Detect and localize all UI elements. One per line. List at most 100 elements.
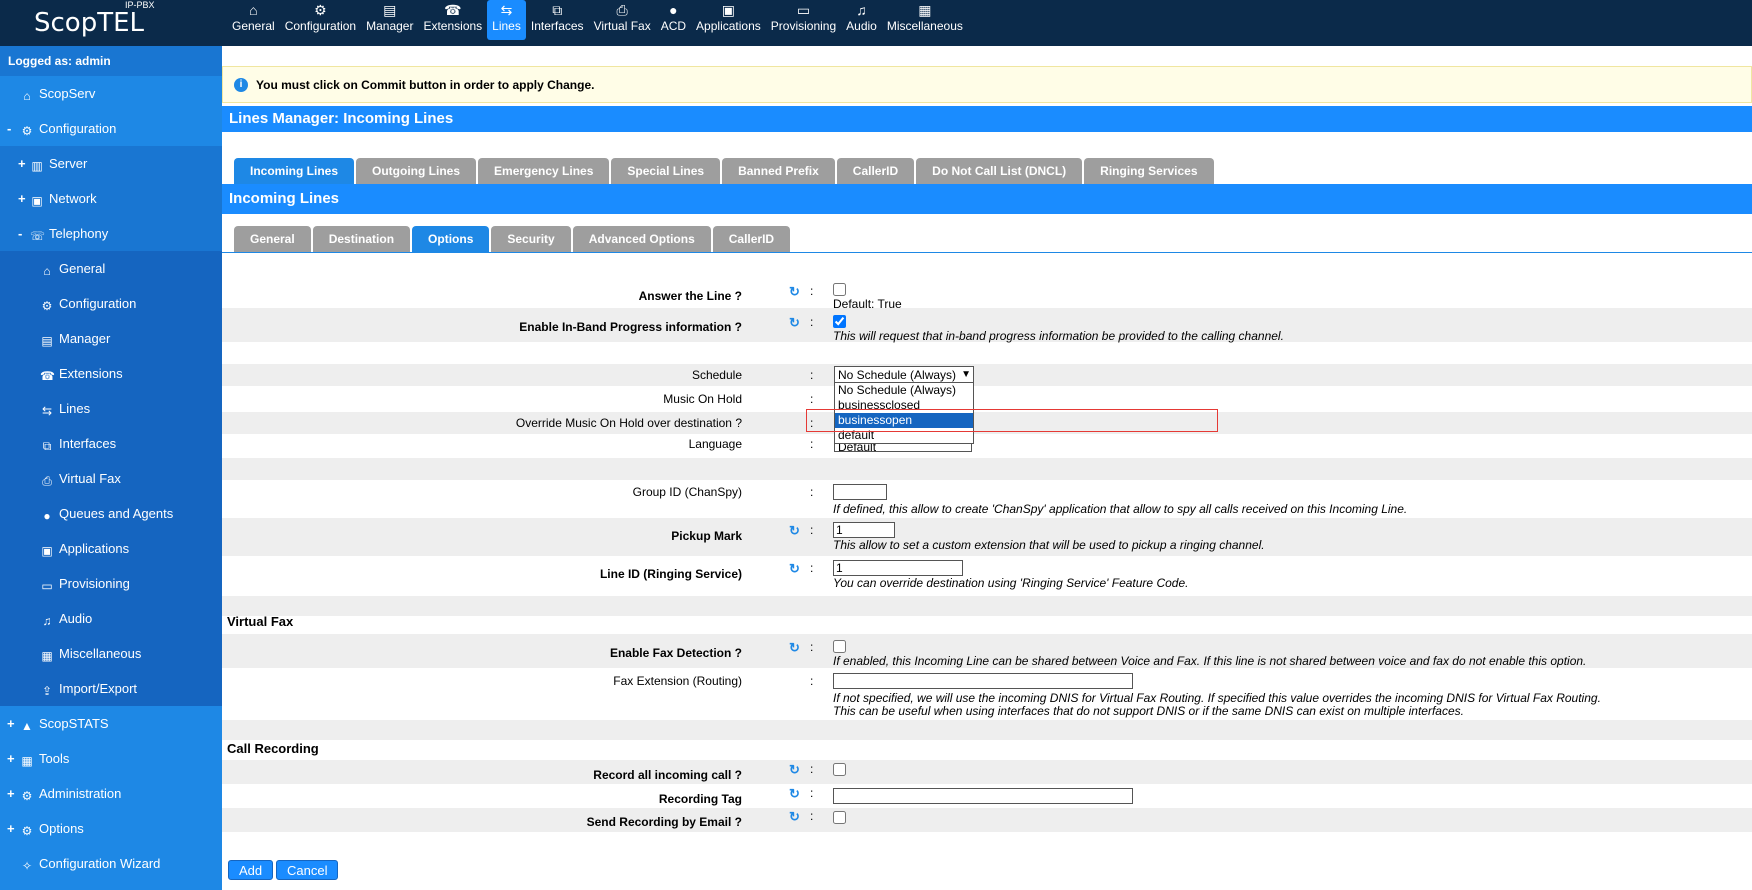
override-moh-label: Override Music On Hold over destination … — [515, 416, 742, 430]
top-navigation-bar: ScopTEL IP-PBX ⌂ General ⚙ Configuration ▤ Ma… — [0, 0, 1752, 46]
home-icon: ⌂ — [43, 264, 51, 278]
group-id-input[interactable] — [833, 484, 887, 500]
refresh-icon[interactable]: ↻ — [789, 809, 800, 825]
nav-configuration[interactable]: ⚙ Configuration — [280, 0, 361, 40]
refresh-icon[interactable]: ↻ — [789, 762, 800, 778]
nav-label: Provisioning — [770, 19, 837, 33]
expand-toggle[interactable]: + — [7, 811, 15, 846]
sidebar-item-applications[interactable]: ▣ Applications — [0, 531, 222, 566]
tab-callerid[interactable]: CallerID — [712, 226, 791, 252]
server-icon: ▥ — [31, 159, 43, 173]
sidebar-item-import-export[interactable]: ⇪ Import/Export — [0, 671, 222, 706]
sidebar-item-label: Interfaces — [59, 436, 117, 451]
sidebar-item-server[interactable]: + ▥ Server — [0, 146, 222, 181]
refresh-icon[interactable]: ↻ — [789, 284, 800, 300]
send-recording-checkbox[interactable] — [833, 811, 846, 824]
nav-acd[interactable]: ● ACD — [656, 0, 691, 40]
refresh-icon[interactable]: ↻ — [789, 561, 800, 577]
sidebar-item-miscellaneous[interactable]: ▦ Miscellaneous — [0, 636, 222, 671]
sidebar-item-virtual-fax[interactable]: ⎙ Virtual Fax — [0, 461, 222, 496]
tab-callerid[interactable]: CallerID — [836, 158, 915, 184]
pickup-mark-hint: This allow to set a custom extension tha… — [833, 538, 1265, 552]
sidebar-item-queues-and-agents[interactable]: ● Queues and Agents — [0, 496, 222, 531]
sidebar-item-provisioning[interactable]: ▭ Provisioning — [0, 566, 222, 601]
nav-manager[interactable]: ▤ Manager — [361, 0, 418, 40]
gear-icon: ⚙ — [21, 824, 33, 838]
section-title: Incoming Lines — [222, 184, 1752, 214]
sidebar-item-label: ScopSTATS — [39, 716, 109, 731]
language-label: Language — [688, 437, 742, 451]
sub-tabs: General Destination Options Security Advance… — [234, 226, 791, 252]
nav-interfaces[interactable]: ⧉ Interfaces — [526, 0, 589, 40]
expand-toggle[interactable]: + — [18, 181, 26, 216]
sidebar-item-extensions[interactable]: ☎ Extensions — [0, 356, 222, 391]
sidebar-item-label: Provisioning — [59, 576, 130, 591]
expand-toggle[interactable]: - — [18, 216, 22, 251]
applications-icon: ▣ — [41, 544, 53, 558]
tab-banned-prefix[interactable]: Banned Prefix — [722, 158, 835, 184]
sidebar-item-configuration-wizard[interactable]: ✧ Configuration Wizard — [0, 846, 222, 881]
sidebar-item-scopserv[interactable]: ⌂ ScopServ — [0, 76, 222, 111]
fax-detection-checkbox[interactable] — [833, 640, 846, 653]
tab-security[interactable]: Security — [491, 226, 571, 252]
tab-general[interactable]: General — [234, 226, 311, 252]
sidebar-item-configuration[interactable]: - ⚙ Configuration — [0, 111, 222, 146]
expand-toggle[interactable]: + — [7, 706, 15, 741]
sidebar-item-tools[interactable]: + ▦ Tools — [0, 741, 222, 776]
sidebar-item-administration[interactable]: + ⚙ Administration — [0, 776, 222, 811]
answer-line-label: Answer the Line ? — [638, 289, 742, 303]
sidebar-item-configuration[interactable]: ⚙ Configuration — [0, 286, 222, 321]
fax-icon: ⎙ — [42, 474, 52, 488]
record-all-row: Record all incoming call ? ↻ : — [222, 760, 1752, 784]
expand-toggle[interactable]: + — [18, 146, 26, 181]
nav-provisioning[interactable]: ▭ Provisioning — [766, 0, 841, 40]
nav-audio[interactable]: ♫ Audio — [841, 0, 882, 40]
refresh-icon[interactable]: ↻ — [789, 640, 800, 656]
inband-checkbox[interactable] — [833, 315, 846, 328]
sidebar-item-interfaces[interactable]: ⧉ Interfaces — [0, 426, 222, 461]
tab-advanced-options[interactable]: Advanced Options — [572, 226, 711, 252]
nav-extensions[interactable]: ☎ Extensions — [418, 0, 487, 40]
tab-ringing-services[interactable]: Ringing Services — [1084, 158, 1214, 184]
tab-emergency-lines[interactable]: Emergency Lines — [478, 158, 610, 184]
tab-outgoing-lines[interactable]: Outgoing Lines — [356, 158, 477, 184]
sidebar-item-options[interactable]: + ⚙ Options — [0, 811, 222, 846]
tab-destination[interactable]: Destination — [312, 226, 411, 252]
chart-icon: ▲ — [21, 719, 33, 733]
fax-extension-input[interactable] — [833, 673, 1133, 689]
sidebar-item-manager[interactable]: ▤ Manager — [0, 321, 222, 356]
lines-icon: ⇆ — [41, 404, 53, 418]
nav-general[interactable]: ⌂ General — [227, 0, 280, 40]
expand-toggle[interactable]: + — [7, 741, 15, 776]
tab-special-lines[interactable]: Special Lines — [611, 158, 721, 184]
answer-line-checkbox[interactable] — [833, 283, 846, 296]
record-all-checkbox[interactable] — [833, 763, 846, 776]
sidebar-item-general[interactable]: ⌂ General — [0, 251, 222, 286]
sidebar-item-scopstats[interactable]: + ▲ ScopSTATS — [0, 706, 222, 741]
tab-do-not-call-list-dncl-[interactable]: Do Not Call List (DNCL) — [916, 158, 1083, 184]
sidebar-item-audio[interactable]: ♫ Audio — [0, 601, 222, 636]
refresh-icon[interactable]: ↻ — [789, 315, 800, 331]
tab-incoming-lines[interactable]: Incoming Lines — [234, 158, 355, 184]
refresh-icon[interactable]: ↻ — [789, 786, 800, 802]
sidebar-item-telephony[interactable]: - ☏ Telephony — [0, 216, 222, 251]
line-id-input[interactable] — [833, 560, 963, 576]
nav-lines[interactable]: ⇆ Lines — [487, 0, 526, 40]
nav-virtual-fax[interactable]: ⎙ Virtual Fax — [589, 0, 656, 40]
tab-options[interactable]: Options — [412, 226, 490, 252]
refresh-icon[interactable]: ↻ — [789, 523, 800, 539]
nav-applications[interactable]: ▣ Applications — [691, 0, 766, 40]
nav-miscellaneous[interactable]: ▦ Miscellaneous — [882, 0, 968, 40]
sidebar-item-lines[interactable]: ⇆ Lines — [0, 391, 222, 426]
add-button[interactable]: Add — [228, 860, 274, 880]
schedule-option[interactable]: No Schedule (Always) — [835, 383, 973, 398]
sidebar-item-label: Configuration Wizard — [39, 856, 161, 871]
recording-tag-input[interactable] — [833, 788, 1133, 804]
wizard-icon: ✧ — [21, 859, 33, 873]
expand-toggle[interactable]: + — [7, 776, 15, 811]
pickup-mark-input[interactable] — [833, 522, 895, 538]
sidebar-item-network[interactable]: + ▣ Network — [0, 181, 222, 216]
cancel-button[interactable]: Cancel — [276, 860, 339, 880]
nav-label: Lines — [492, 19, 521, 33]
expand-toggle[interactable]: - — [7, 111, 11, 146]
